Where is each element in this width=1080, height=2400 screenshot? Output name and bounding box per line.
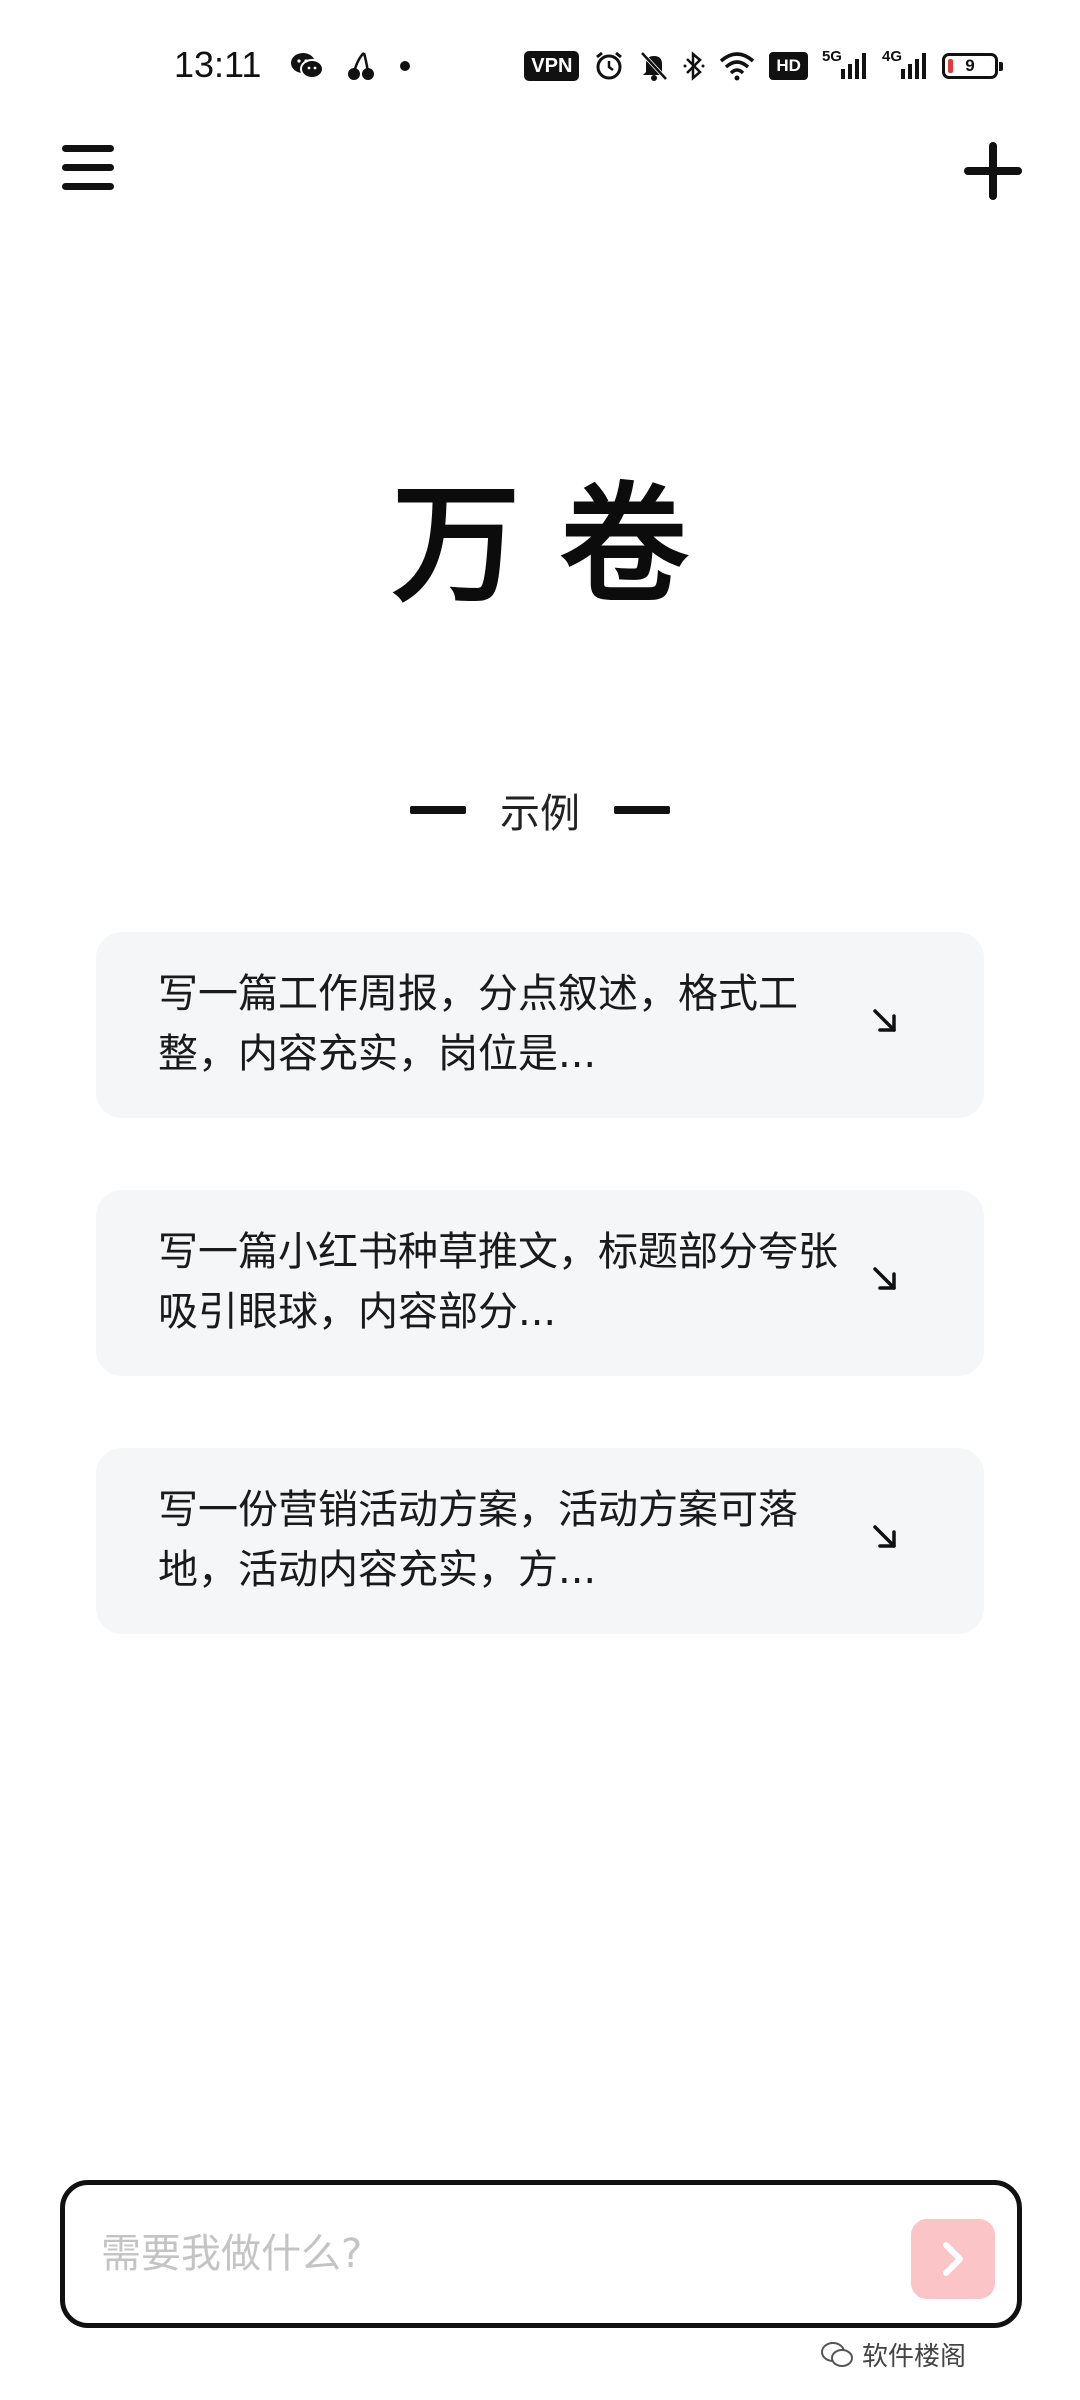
hd-icon: HD xyxy=(769,52,808,80)
example-card-1[interactable]: 写一篇工作周报，分点叙述，格式工整，内容充实，岗位是... xyxy=(96,932,984,1118)
watermark: 软件楼阁 xyxy=(820,2336,966,2373)
examples-heading: 示例 xyxy=(0,780,1080,840)
cherry-icon xyxy=(346,46,376,86)
battery-icon: 9 xyxy=(942,53,1003,79)
example-text-3: 写一份营销活动方案，活动方案可落地，活动内容充实，方... xyxy=(158,1487,798,1593)
notification-icons xyxy=(290,46,412,86)
system-icons: VPN HD 5G 4G 9 xyxy=(524,46,1003,86)
alarm-icon xyxy=(593,46,625,86)
signal-4g-label: 4G xyxy=(881,47,902,65)
prompt-input-box xyxy=(60,2180,1022,2328)
send-button[interactable] xyxy=(911,2219,995,2299)
wechat-logo-icon xyxy=(821,2341,853,2367)
heading-dash-left xyxy=(410,806,466,814)
example-text-2: 写一篇小红书种草推文，标题部分夸张吸引眼球，内容部分... xyxy=(158,1229,838,1335)
app-title: 万卷 xyxy=(391,470,728,620)
arrow-down-right-icon xyxy=(873,1009,896,1032)
arrow-down-right-icon xyxy=(873,1525,896,1548)
wechat-icon xyxy=(290,46,324,86)
example-card-2[interactable]: 写一篇小红书种草推文，标题部分夸张吸引眼球，内容部分... xyxy=(96,1190,984,1376)
example-text-1: 写一篇工作周报，分点叙述，格式工整，内容充实，岗位是... xyxy=(158,971,798,1077)
prompt-input[interactable] xyxy=(101,2219,881,2289)
example-card-3[interactable]: 写一份营销活动方案，活动方案可落地，活动内容充实，方... xyxy=(96,1448,984,1634)
bluetooth-icon xyxy=(683,46,705,86)
dot-icon xyxy=(398,46,412,86)
status-time: 13:11 xyxy=(174,44,262,85)
wifi-icon xyxy=(719,46,755,86)
menu-icon xyxy=(62,145,114,190)
battery-level-text: 9 xyxy=(965,56,975,75)
signal-5g-label: 5G xyxy=(821,47,842,65)
battery-level-bar xyxy=(948,59,953,73)
new-chat-button[interactable] xyxy=(958,136,1028,206)
plus-icon xyxy=(964,142,1022,200)
vpn-icon: VPN xyxy=(524,51,580,81)
signal-5g-icon: 5G xyxy=(822,46,868,86)
menu-button[interactable] xyxy=(56,136,120,200)
watermark-text: 软件楼阁 xyxy=(862,2342,967,2372)
heading-dash-right xyxy=(614,806,670,814)
chevron-right-icon xyxy=(943,2242,963,2276)
mute-icon xyxy=(639,46,669,86)
arrow-down-right-icon xyxy=(873,1267,896,1290)
signal-4g-icon: 4G xyxy=(882,46,928,86)
examples-heading-text: 示例 xyxy=(500,791,580,837)
status-bar: 13:11 VPN HD 5G 4G 9 xyxy=(0,0,1080,140)
